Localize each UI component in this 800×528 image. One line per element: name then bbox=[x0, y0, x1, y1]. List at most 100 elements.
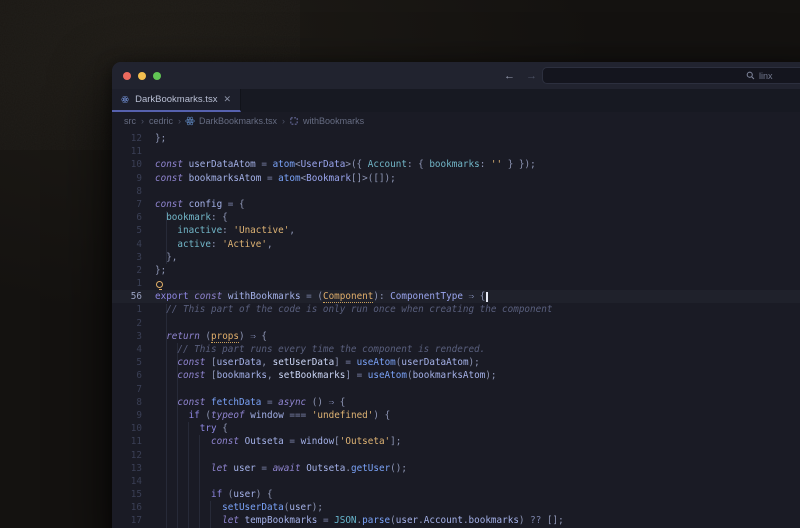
line-number[interactable]: 15 bbox=[112, 488, 142, 501]
code-text[interactable]: const userDataAtom = atom<UserData>({ Ac… bbox=[155, 158, 536, 171]
code-line[interactable]: 6 const [bookmarks, setBookmarks] = useA… bbox=[112, 369, 800, 382]
code-line[interactable]: 1 // This part of the code is only run o… bbox=[112, 303, 800, 316]
zoom-window-button[interactable] bbox=[153, 72, 161, 80]
code-line[interactable]: 8 bbox=[112, 185, 800, 198]
code-text[interactable]: inactive: 'Unactive', bbox=[155, 224, 295, 237]
react-icon bbox=[121, 94, 129, 105]
code-text[interactable]: // This part of the code is only run onc… bbox=[155, 303, 552, 316]
line-number[interactable]: 2 bbox=[112, 264, 142, 277]
line-number[interactable]: 5 bbox=[112, 356, 142, 369]
line-number[interactable]: 5 bbox=[112, 224, 142, 237]
navigate-back-button[interactable]: ← bbox=[504, 62, 515, 89]
search-icon bbox=[746, 71, 755, 80]
command-search-box[interactable]: linx bbox=[542, 67, 800, 84]
code-text[interactable]: let tempBookmarks = JSON.parse(user.Acco… bbox=[155, 514, 564, 527]
line-number[interactable]: 3 bbox=[112, 330, 142, 343]
code-line[interactable]: 11 const Outseta = window['Outseta']; bbox=[112, 435, 800, 448]
code-text[interactable]: }; bbox=[155, 264, 166, 277]
line-number[interactable]: 10 bbox=[112, 422, 142, 435]
lightbulb-icon[interactable] bbox=[156, 281, 163, 288]
breadcrumb-item-src[interactable]: src bbox=[124, 116, 136, 126]
line-number[interactable]: 16 bbox=[112, 501, 142, 514]
code-text[interactable]: const config = { bbox=[155, 198, 245, 211]
line-number[interactable]: 7 bbox=[112, 383, 142, 396]
code-text[interactable]: const Outseta = window['Outseta']; bbox=[155, 435, 401, 448]
code-line[interactable]: 12}; bbox=[112, 132, 800, 145]
code-line[interactable]: 1 bbox=[112, 277, 800, 290]
indent-guide bbox=[188, 422, 189, 528]
code-line[interactable]: 4 active: 'Active', bbox=[112, 238, 800, 251]
line-number[interactable]: 4 bbox=[112, 343, 142, 356]
title-bar: ← → linx bbox=[112, 62, 800, 89]
line-number[interactable]: 9 bbox=[112, 172, 142, 185]
code-line-current[interactable]: 56 export const withBookmarks = (Componen… bbox=[112, 290, 800, 303]
line-number[interactable]: 6 bbox=[112, 369, 142, 382]
code-text[interactable]: const [bookmarks, setBookmarks] = useAto… bbox=[155, 369, 497, 382]
code-text[interactable] bbox=[155, 277, 162, 290]
line-number[interactable]: 12 bbox=[112, 449, 142, 462]
code-line[interactable]: 16 setUserData(user); bbox=[112, 501, 800, 514]
code-text[interactable]: const [userData, setUserData] = useAtom(… bbox=[155, 356, 480, 369]
navigate-forward-button[interactable]: → bbox=[526, 62, 537, 89]
code-text[interactable]: // This part runs every time the compone… bbox=[155, 343, 485, 356]
code-line[interactable]: 5 inactive: 'Unactive', bbox=[112, 224, 800, 237]
code-editor[interactable]: 12};1110const userDataAtom = atom<UserDa… bbox=[112, 130, 800, 528]
minimize-window-button[interactable] bbox=[138, 72, 146, 80]
code-text[interactable]: }; bbox=[155, 132, 166, 145]
code-line[interactable]: 9 if (typeof window === 'undefined') { bbox=[112, 409, 800, 422]
code-text[interactable]: let user = await Outseta.getUser(); bbox=[155, 462, 407, 475]
line-number[interactable]: 2 bbox=[112, 317, 142, 330]
code-line[interactable]: 5 const [userData, setUserData] = useAto… bbox=[112, 356, 800, 369]
code-line[interactable]: 15 if (user) { bbox=[112, 488, 800, 501]
code-line[interactable]: 9 const bookmarksAtom = atom<Bookmark[]>(… bbox=[112, 172, 800, 185]
code-line[interactable]: 12 bbox=[112, 449, 800, 462]
code-line[interactable]: 14 bbox=[112, 475, 800, 488]
code-line[interactable]: 7 bbox=[112, 383, 800, 396]
line-number[interactable]: 56 bbox=[112, 290, 142, 303]
line-number[interactable]: 12 bbox=[112, 132, 142, 145]
breadcrumb-item-withbookmarks[interactable]: withBookmarks bbox=[303, 116, 364, 126]
close-window-button[interactable] bbox=[123, 72, 131, 80]
code-text[interactable]: if (user) { bbox=[155, 488, 273, 501]
tab-darkbookmarks[interactable]: DarkBookmarks.tsx ✕ bbox=[112, 89, 241, 112]
code-line[interactable]: 6 bookmark: { bbox=[112, 211, 800, 224]
code-text[interactable]: return (props) ⇒ { bbox=[155, 330, 267, 343]
code-line[interactable]: 3 }, bbox=[112, 251, 800, 264]
code-line[interactable]: 8 const fetchData = async () ⇒ { bbox=[112, 396, 800, 409]
line-number[interactable]: 10 bbox=[112, 158, 142, 171]
code-line[interactable]: 17 let tempBookmarks = JSON.parse(user.A… bbox=[112, 514, 800, 527]
breadcrumb-item-file[interactable]: DarkBookmarks.tsx bbox=[199, 116, 277, 126]
code-line[interactable]: 2}; bbox=[112, 264, 800, 277]
line-number[interactable]: 6 bbox=[112, 211, 142, 224]
line-number[interactable]: 8 bbox=[112, 396, 142, 409]
code-line[interactable]: 11 bbox=[112, 145, 800, 158]
line-number[interactable]: 14 bbox=[112, 475, 142, 488]
breadcrumb-item-cedric[interactable]: cedric bbox=[149, 116, 173, 126]
line-number[interactable]: 3 bbox=[112, 251, 142, 264]
code-line[interactable]: 2 bbox=[112, 317, 800, 330]
code-text[interactable]: active: 'Active', bbox=[155, 238, 273, 251]
code-line[interactable]: 7 const config = { bbox=[112, 198, 800, 211]
code-text[interactable]: const fetchData = async () ⇒ { bbox=[155, 396, 345, 409]
line-number[interactable]: 11 bbox=[112, 145, 142, 158]
line-number[interactable]: 8 bbox=[112, 185, 142, 198]
code-line[interactable]: 10 try { bbox=[112, 422, 800, 435]
close-tab-icon[interactable]: ✕ bbox=[223, 94, 231, 105]
line-number[interactable]: 13 bbox=[112, 462, 142, 475]
code-line[interactable]: 4 // This part runs every time the compo… bbox=[112, 343, 800, 356]
code-text[interactable]: setUserData(user); bbox=[155, 501, 323, 514]
code-line[interactable]: 13 let user = await Outseta.getUser(); bbox=[112, 462, 800, 475]
line-number[interactable]: 1 bbox=[112, 277, 142, 290]
line-number[interactable]: 17 bbox=[112, 514, 142, 527]
search-hint: linx bbox=[746, 68, 773, 83]
code-line[interactable]: 10 const userDataAtom = atom<UserData>({ … bbox=[112, 158, 800, 171]
line-number[interactable]: 1 bbox=[112, 303, 142, 316]
code-text[interactable]: if (typeof window === 'undefined') { bbox=[155, 409, 390, 422]
line-number[interactable]: 11 bbox=[112, 435, 142, 448]
code-text[interactable]: export const withBookmarks = (Component)… bbox=[155, 290, 488, 303]
line-number[interactable]: 7 bbox=[112, 198, 142, 211]
code-text[interactable]: const bookmarksAtom = atom<Bookmark[]>([… bbox=[155, 172, 396, 185]
line-number[interactable]: 4 bbox=[112, 238, 142, 251]
line-number[interactable]: 9 bbox=[112, 409, 142, 422]
code-line[interactable]: 3 return (props) ⇒ { bbox=[112, 330, 800, 343]
